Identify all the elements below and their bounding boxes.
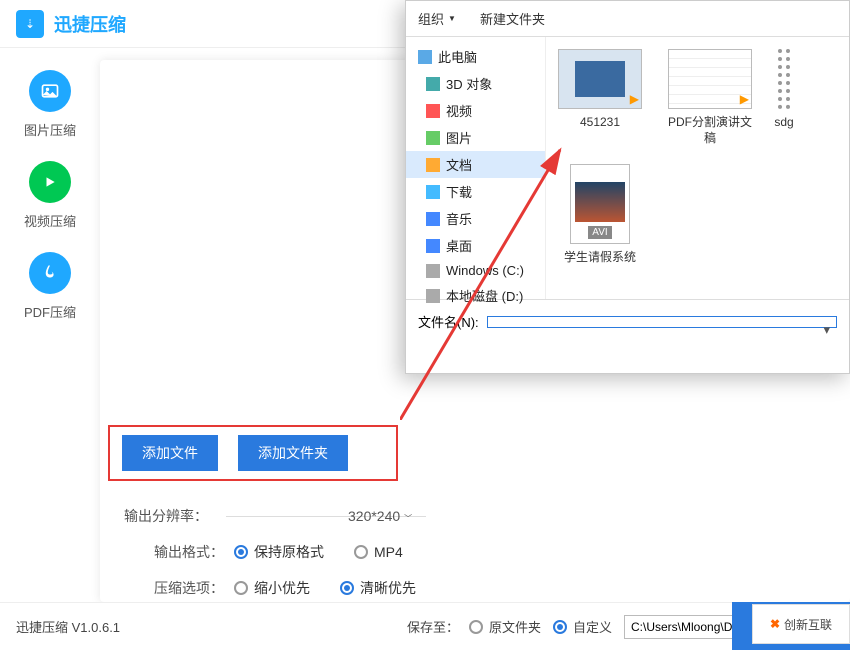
sidebar-item-video[interactable]: 视频压缩 bbox=[24, 161, 76, 230]
add-file-button[interactable]: 添加文件 bbox=[122, 435, 218, 471]
filename-label: 文件名(N): bbox=[418, 312, 479, 331]
video-thumb-icon bbox=[558, 49, 642, 109]
format-mp4-radio[interactable]: MP4 bbox=[354, 544, 403, 560]
save-custom-radio[interactable]: 自定义 bbox=[553, 617, 612, 636]
compress-label: 压缩选项： bbox=[134, 578, 224, 598]
file-item-clip[interactable]: sdg bbox=[774, 49, 794, 146]
tree-this-pc[interactable]: 此电脑 bbox=[406, 43, 545, 70]
file-item[interactable]: AVI 学生请假系统 bbox=[554, 164, 646, 266]
sidebar: 图片压缩 视频压缩 PDF压缩 bbox=[0, 60, 100, 321]
new-folder-button[interactable]: 新建文件夹 bbox=[480, 9, 545, 28]
filename-input[interactable] bbox=[487, 316, 837, 328]
sidebar-item-pdf[interactable]: PDF压缩 bbox=[24, 252, 76, 321]
brand-badge: ✖创新互联 bbox=[752, 604, 850, 644]
tree-drive-c[interactable]: Windows (C:) bbox=[406, 259, 545, 282]
avi-file-icon: AVI bbox=[570, 164, 630, 244]
add-button-row: 添加文件 添加文件夹 bbox=[108, 425, 398, 481]
compress-small-radio[interactable]: 缩小优先 bbox=[234, 578, 310, 598]
save-label: 保存至： bbox=[407, 617, 459, 636]
sidebar-label: 图片压缩 bbox=[24, 120, 76, 139]
tree-desktop[interactable]: 桌面 bbox=[406, 232, 545, 259]
tree-3d[interactable]: 3D 对象 bbox=[406, 70, 545, 97]
statusbar: 迅捷压缩 V1.0.6.1 保存至： 原文件夹 自定义 ✖创新互联 bbox=[0, 602, 850, 650]
resolution-label: 输出分辨率： bbox=[118, 506, 208, 526]
file-item[interactable]: PDF分割演讲文稿 bbox=[664, 49, 756, 146]
video-thumb-icon bbox=[668, 49, 752, 109]
app-logo: ⇣ bbox=[16, 10, 44, 38]
sidebar-item-image[interactable]: 图片压缩 bbox=[24, 70, 76, 139]
file-item[interactable]: 451231 bbox=[554, 49, 646, 146]
format-keep-radio[interactable]: 保持原格式 bbox=[234, 542, 324, 562]
tree-documents[interactable]: 文档 bbox=[406, 151, 545, 178]
image-icon bbox=[29, 70, 71, 112]
filmstrip-icon bbox=[778, 49, 790, 109]
file-list: 451231 PDF分割演讲文稿 sdg AVI 学生请假系统 bbox=[546, 37, 849, 299]
file-open-dialog: 组织 ▼ 新建文件夹 此电脑 3D 对象 视频 图片 文档 下载 音乐 桌面 W… bbox=[405, 0, 850, 374]
sidebar-label: 视频压缩 bbox=[24, 211, 76, 230]
folder-tree: 此电脑 3D 对象 视频 图片 文档 下载 音乐 桌面 Windows (C:)… bbox=[406, 37, 546, 299]
pdf-icon bbox=[29, 252, 71, 294]
tree-downloads[interactable]: 下载 bbox=[406, 178, 545, 205]
add-folder-button[interactable]: 添加文件夹 bbox=[238, 435, 348, 471]
tree-pictures[interactable]: 图片 bbox=[406, 124, 545, 151]
app-title: 迅捷压缩 bbox=[54, 11, 126, 37]
play-icon bbox=[29, 161, 71, 203]
sidebar-label: PDF压缩 bbox=[24, 302, 76, 321]
organize-menu[interactable]: 组织 ▼ bbox=[418, 9, 456, 28]
version-text: 迅捷压缩 V1.0.6.1 bbox=[16, 617, 120, 636]
tree-video[interactable]: 视频 bbox=[406, 97, 545, 124]
save-original-radio[interactable]: 原文件夹 bbox=[469, 617, 541, 636]
tree-drive-d[interactable]: 本地磁盘 (D:) bbox=[406, 282, 545, 309]
compress-clear-radio[interactable]: 清晰优先 bbox=[340, 578, 416, 598]
tree-music[interactable]: 音乐 bbox=[406, 205, 545, 232]
format-label: 输出格式： bbox=[134, 542, 224, 562]
resolution-select[interactable]: 320*240 ﹀ bbox=[348, 508, 412, 524]
